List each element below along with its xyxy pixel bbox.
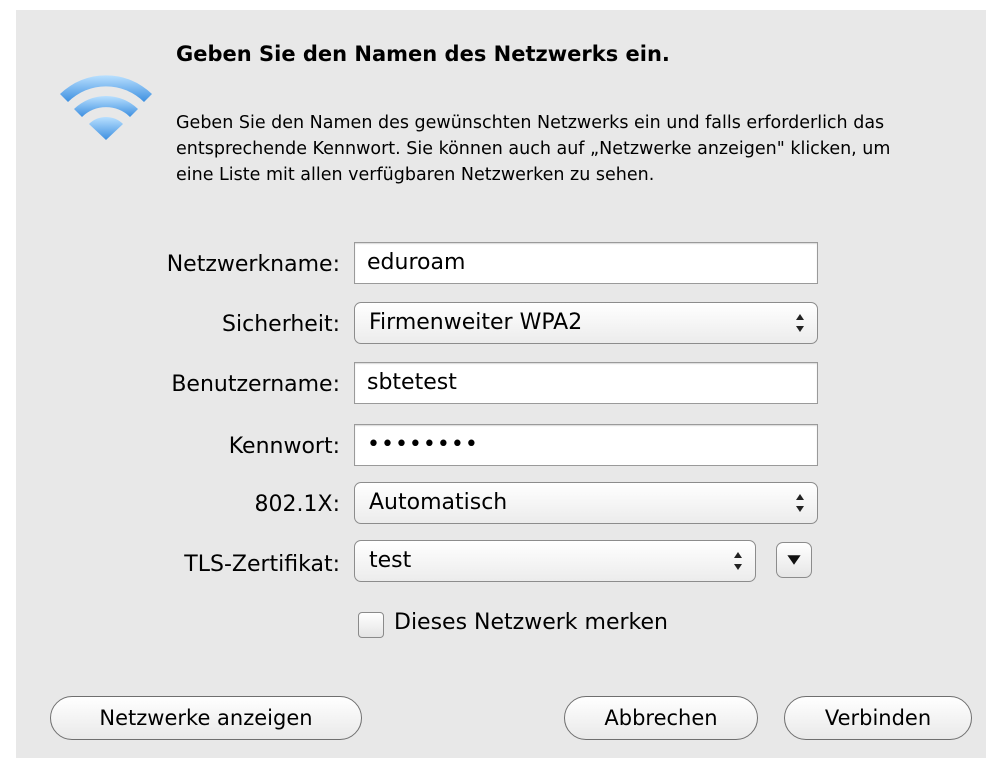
tls-certificate-label: TLS-Zertifikat: bbox=[184, 552, 340, 577]
tls-certificate-popup[interactable]: test bbox=[354, 540, 756, 582]
username-label: Benutzername: bbox=[171, 372, 340, 397]
security-popup-value: Firmenweiter WPA2 bbox=[369, 310, 583, 335]
dialog-heading: Geben Sie den Namen des Netzwerks ein. bbox=[176, 42, 670, 66]
password-input[interactable]: •••••••• bbox=[354, 424, 818, 466]
network-name-input[interactable]: eduroam bbox=[354, 242, 818, 284]
up-down-arrows-icon bbox=[796, 494, 804, 512]
dialog-description: Geben Sie den Namen des gewünschten Netz… bbox=[176, 113, 891, 185]
dot1x-label: 802.1X: bbox=[254, 492, 340, 517]
certificate-details-button[interactable] bbox=[776, 542, 812, 578]
show-networks-button[interactable]: Netzwerke anzeigen bbox=[50, 696, 362, 740]
tls-certificate-popup-value: test bbox=[369, 548, 412, 573]
cancel-button[interactable]: Abbrechen bbox=[564, 696, 758, 740]
join-network-dialog: Geben Sie den Namen des Netzwerks ein. G… bbox=[16, 10, 986, 758]
username-input[interactable]: sbtetest bbox=[354, 362, 818, 404]
up-down-arrows-icon bbox=[734, 552, 742, 570]
remember-network-label[interactable]: Dieses Netzwerk merken bbox=[394, 610, 668, 635]
triangle-down-icon bbox=[787, 555, 801, 565]
up-down-arrows-icon bbox=[796, 314, 804, 332]
remember-network-checkbox[interactable] bbox=[358, 612, 384, 638]
dot1x-popup-value: Automatisch bbox=[369, 490, 508, 515]
connect-button[interactable]: Verbinden bbox=[784, 696, 972, 740]
dot1x-popup[interactable]: Automatisch bbox=[354, 482, 818, 524]
security-label: Sicherheit: bbox=[222, 312, 340, 337]
wifi-icon bbox=[60, 75, 152, 140]
password-label: Kennwort: bbox=[228, 434, 340, 459]
security-popup[interactable]: Firmenweiter WPA2 bbox=[354, 302, 818, 344]
network-name-label: Netzwerkname: bbox=[166, 252, 340, 277]
